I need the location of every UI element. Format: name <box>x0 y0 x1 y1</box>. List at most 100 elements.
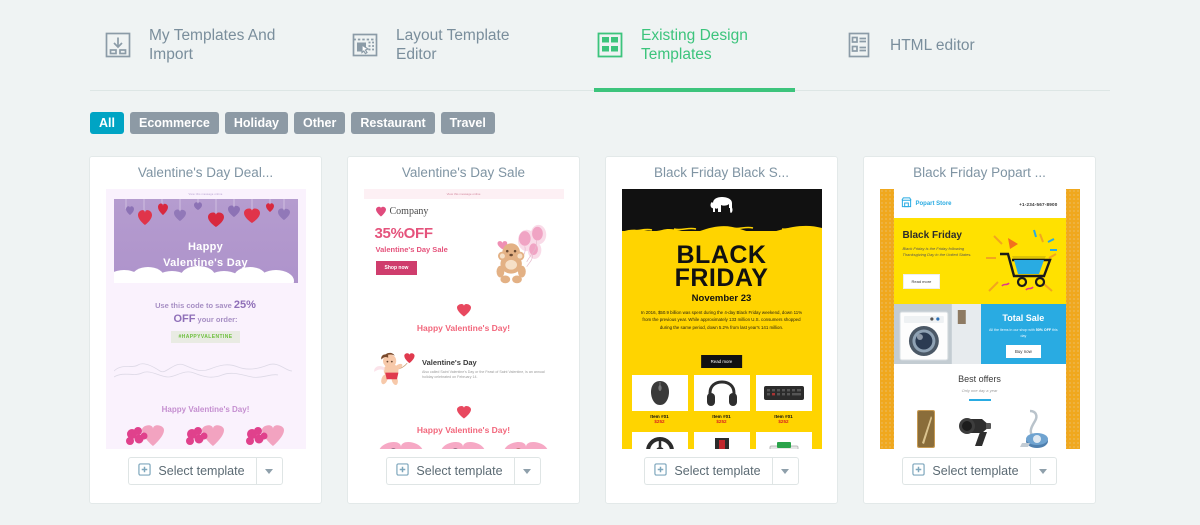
vacuum-icon <box>1006 407 1059 449</box>
filter-chip-all[interactable]: All <box>90 112 124 134</box>
best-offers-section: Best offers Only one day a year <box>894 364 1066 401</box>
heart-flower-icon <box>125 425 164 446</box>
add-box-icon <box>396 463 410 479</box>
sale-title: Total Sale <box>1002 313 1045 323</box>
product-cell[interactable]: Item #3 $428$252 <box>1006 407 1059 449</box>
product-grid: Item #01 $252 Item #01 $252 Item #01 $25… <box>631 375 812 449</box>
gaming-chair-icon <box>693 432 750 449</box>
elephant-logo-icon <box>622 189 822 220</box>
chevron-down-icon <box>1039 468 1048 474</box>
sale-sub-pre: All the items in our shop with <box>988 328 1036 332</box>
filter-chip-other[interactable]: Other <box>294 112 346 134</box>
article-body: Also called Saint Valentine's Day or the… <box>422 370 545 379</box>
cupid-icon <box>373 352 415 386</box>
brand-name: Popart Store <box>915 201 952 207</box>
shopping-cart-illustration-icon <box>985 229 1057 292</box>
template-thumbnail[interactable]: BLACK FRIDAY November 23 In 2016, $50.9 … <box>621 189 822 449</box>
card-actions: Select template <box>644 457 799 485</box>
offer-headline: 35%OFF <box>374 225 434 242</box>
wish-heading-2: Happy Valentine's Day! <box>416 425 511 435</box>
template-card[interactable]: Black Friday Black S... BLACK FRIDAY Nov… <box>605 156 838 504</box>
template-card[interactable]: Valentine's Day Deal... View this messag… <box>89 156 322 504</box>
product-cell[interactable] <box>693 432 750 449</box>
template-thumbnail[interactable]: View this message online Happy Valentine… <box>105 189 306 449</box>
product-cell[interactable]: Item #01 $428$252 <box>900 407 953 449</box>
console-icon <box>755 432 812 449</box>
shop-now-button[interactable]: Shop now <box>375 261 418 275</box>
select-template-button[interactable]: Select template <box>902 457 1030 485</box>
promo-code-badge: #HAPPYVALENTINE <box>170 331 241 343</box>
buy-now-button[interactable]: Buy now <box>1005 345 1041 358</box>
sale-sub-strong: 50% OFF <box>1035 328 1052 332</box>
product-cell[interactable]: Item #02 $428$252 <box>953 407 1006 449</box>
card-actions: Select template <box>902 457 1057 485</box>
product-price: $252 <box>716 419 727 424</box>
event-date: November 23 <box>691 293 752 304</box>
layout-editor-icon <box>349 29 381 61</box>
smartphone-icon <box>900 407 953 449</box>
grid-templates-icon <box>594 29 626 61</box>
select-template-label: Select template <box>674 464 761 478</box>
card-actions: Select template <box>128 457 283 485</box>
add-box-icon <box>138 463 152 479</box>
brand-name: Company <box>389 206 429 217</box>
select-template-dropdown-toggle[interactable] <box>513 457 541 485</box>
template-grid: Valentine's Day Deal... View this messag… <box>89 156 1096 504</box>
promo-percent: 25% <box>233 299 256 311</box>
heart-flower-icon <box>245 425 284 446</box>
template-card[interactable]: Valentine's Day Sale View this message o… <box>347 156 580 504</box>
template-thumbnail[interactable]: View this message online Company 35%OFF … <box>363 189 564 449</box>
washing-machine-photo <box>893 304 982 364</box>
import-template-icon <box>102 29 134 61</box>
article-title: Valentine's Day <box>422 358 477 367</box>
html-code-icon <box>843 29 875 61</box>
select-template-button[interactable]: Select template <box>644 457 772 485</box>
body-paragraph: In 2016, $50.9 billion was spent during … <box>640 310 803 330</box>
select-template-label: Select template <box>158 464 245 478</box>
hero-intro: Black Friday is the Friday following Tha… <box>902 246 972 257</box>
select-template-button[interactable]: Select template <box>128 457 256 485</box>
select-template-dropdown-toggle[interactable] <box>255 457 283 485</box>
article-block: Valentine's Day Also called Saint Valent… <box>364 333 564 397</box>
product-cell[interactable] <box>631 432 688 449</box>
cloud-decoration-icon <box>113 257 298 283</box>
template-card-title: Valentine's Day Deal... <box>137 165 274 180</box>
heart-icon <box>456 406 471 419</box>
tab-layout-template-editor[interactable]: Layout Template Editor <box>349 0 576 91</box>
hero-headline: Black Friday <box>902 230 962 241</box>
promo-line-1: Use this code to save 25% <box>106 299 306 311</box>
select-template-dropdown-toggle[interactable] <box>771 457 799 485</box>
chevron-down-icon <box>523 468 532 474</box>
filter-chip-travel[interactable]: Travel <box>440 112 495 134</box>
store-icon <box>900 195 912 213</box>
product-cell[interactable]: Item #01 $252 <box>755 375 812 424</box>
brand-logo: Company <box>364 199 564 217</box>
product-cell[interactable] <box>755 432 812 449</box>
add-box-icon <box>654 463 668 479</box>
filter-chip-holiday[interactable]: Holiday <box>224 112 289 134</box>
template-thumbnail[interactable]: Popart Store +1-234-567-8900 Black Frida… <box>879 189 1080 449</box>
best-offers-subtitle: Only one day a year <box>961 388 998 393</box>
tab-existing-design-templates[interactable]: Existing Design Templates <box>594 0 821 92</box>
filter-chip-ecommerce[interactable]: Ecommerce <box>129 112 219 134</box>
read-more-button[interactable]: Read more <box>700 355 743 368</box>
tab-label: Existing Design Templates <box>641 27 748 63</box>
add-box-icon <box>912 463 926 479</box>
product-row: Item #01 $428$252 Item #02 $428$252 <box>894 401 1066 449</box>
tab-my-templates-and-import[interactable]: My Templates And Import <box>90 0 339 91</box>
hero-banner: Black Friday Black Friday is the Friday … <box>893 218 1066 304</box>
tab-label: HTML editor <box>890 36 975 54</box>
template-card[interactable]: Black Friday Popart ... Popart Store +1-… <box>863 156 1096 504</box>
select-template-dropdown-toggle[interactable] <box>1029 457 1057 485</box>
product-cell[interactable]: Item #01 $252 <box>693 375 750 424</box>
filter-chip-restaurant[interactable]: Restaurant <box>351 112 435 134</box>
product-cell[interactable]: Item #01 $252 <box>631 375 688 424</box>
promo-text: Use this code to save <box>155 301 234 310</box>
select-template-button[interactable]: Select template <box>386 457 514 485</box>
tab-html-editor[interactable]: HTML editor <box>843 0 1015 91</box>
couple-heart-icon <box>504 441 548 449</box>
select-template-label: Select template <box>416 464 503 478</box>
product-price: $252 <box>778 419 789 424</box>
chevron-down-icon <box>781 468 790 474</box>
read-more-button[interactable]: Read more <box>902 274 941 289</box>
